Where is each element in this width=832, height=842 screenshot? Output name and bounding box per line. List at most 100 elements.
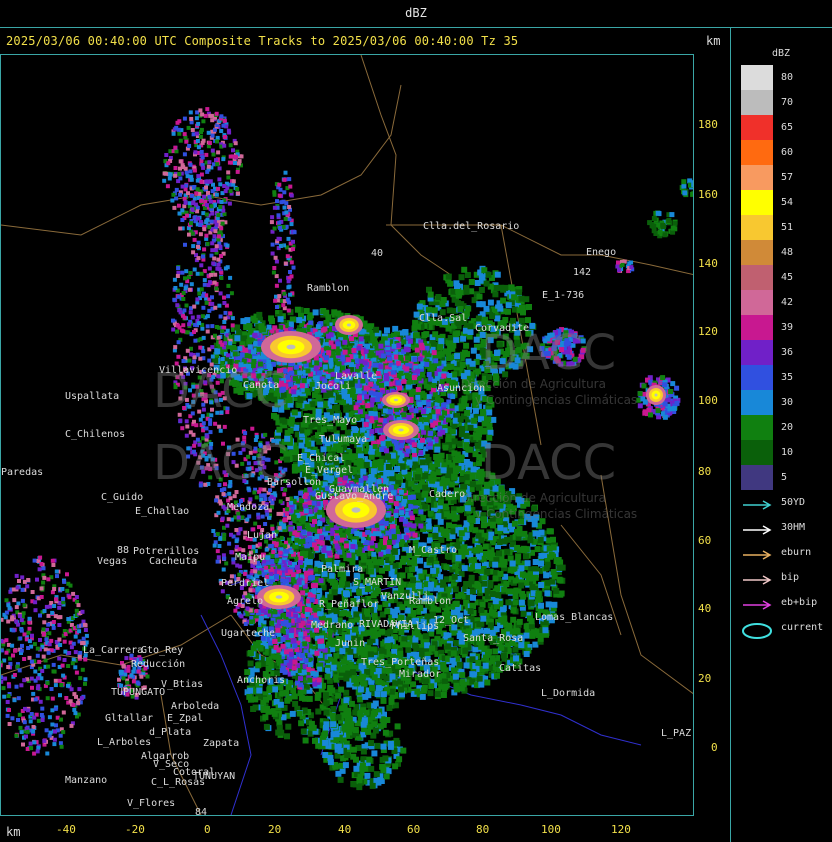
echo-cell bbox=[292, 446, 299, 453]
echo-cell bbox=[449, 428, 456, 435]
echo-cell bbox=[384, 327, 390, 334]
echo-cell bbox=[287, 427, 294, 434]
echo-cell bbox=[537, 635, 544, 642]
echo-cell bbox=[445, 643, 452, 650]
echo-cell bbox=[487, 299, 494, 306]
echo-cell bbox=[475, 315, 482, 322]
echo-cell bbox=[346, 397, 352, 404]
echo-cell bbox=[296, 317, 303, 324]
echo-cell bbox=[501, 586, 508, 593]
echo-cell bbox=[371, 612, 378, 619]
echo-cell bbox=[459, 425, 466, 432]
echo-cell bbox=[500, 652, 507, 659]
echo-cell bbox=[504, 548, 511, 555]
echo-cell bbox=[534, 546, 541, 553]
echo-cell bbox=[550, 544, 557, 551]
echo-cell bbox=[481, 581, 488, 587]
echo-cell bbox=[443, 632, 450, 639]
radar-map[interactable]: DACC DACC DACC DACC Dirección de Agricul… bbox=[0, 54, 694, 816]
echo-cell bbox=[559, 564, 566, 571]
echo-cell bbox=[368, 448, 375, 455]
echo-cell bbox=[498, 644, 505, 651]
echo-cell bbox=[234, 335, 241, 342]
echo-cell bbox=[312, 309, 319, 316]
echo-cell bbox=[496, 550, 502, 557]
echo-cell bbox=[437, 518, 444, 525]
echo-cell bbox=[391, 548, 398, 555]
echo-cell bbox=[446, 522, 452, 529]
echo-cell bbox=[470, 594, 476, 601]
echo-cell bbox=[529, 584, 536, 591]
echo-cell bbox=[503, 581, 510, 587]
echo-cell bbox=[370, 468, 377, 475]
echo-cell bbox=[421, 491, 428, 498]
echo-cell bbox=[368, 568, 375, 575]
echo-cell bbox=[308, 553, 314, 560]
window-title-bar: dBZ bbox=[0, 0, 832, 28]
echo-cell bbox=[467, 608, 474, 615]
echo-cell bbox=[494, 271, 501, 278]
echo-cell bbox=[449, 657, 456, 664]
echo-cell bbox=[510, 565, 517, 572]
echo-cell bbox=[480, 615, 487, 622]
echo-cell bbox=[422, 633, 429, 640]
echo-cell bbox=[413, 332, 420, 339]
echo-cell bbox=[475, 532, 482, 539]
echo-cell bbox=[442, 530, 449, 537]
echo-cell bbox=[480, 522, 487, 529]
echo-cell bbox=[414, 688, 421, 695]
echo-cell bbox=[404, 607, 411, 614]
echo-cell bbox=[473, 434, 480, 440]
echo-cell bbox=[458, 591, 465, 598]
echo-cell bbox=[405, 474, 412, 481]
echo-cell bbox=[422, 472, 429, 479]
echo-cell bbox=[294, 306, 301, 313]
panel-divider bbox=[730, 27, 731, 842]
echo-cell bbox=[487, 582, 494, 589]
echo-cell bbox=[443, 511, 450, 518]
echo-cell bbox=[466, 461, 473, 468]
echo-cell bbox=[547, 528, 554, 535]
echo-cell bbox=[297, 397, 304, 404]
echo-cell bbox=[427, 510, 434, 517]
echo-cell bbox=[509, 560, 516, 567]
echo-cell bbox=[504, 536, 511, 543]
echo-cell bbox=[484, 568, 491, 575]
echo-cell bbox=[459, 362, 466, 368]
echo-cell bbox=[550, 536, 556, 543]
echo-cell bbox=[360, 468, 367, 475]
echo-cell bbox=[451, 474, 458, 481]
echo-cell bbox=[445, 586, 452, 593]
echo-cell bbox=[442, 503, 449, 510]
echo-cell bbox=[508, 284, 515, 291]
echo-cell bbox=[457, 306, 464, 312]
echo-cell bbox=[318, 553, 325, 560]
echo-cell bbox=[323, 309, 330, 316]
echo-cell bbox=[528, 600, 535, 607]
echo-cell bbox=[335, 310, 342, 317]
echo-cell bbox=[501, 615, 508, 622]
echo-cell bbox=[438, 452, 445, 459]
echo-cell bbox=[384, 608, 391, 615]
echo-cell bbox=[458, 454, 465, 461]
echo-cell bbox=[524, 560, 531, 567]
echo-cell bbox=[457, 416, 464, 423]
echo-cell bbox=[429, 645, 436, 652]
echo-cell bbox=[458, 685, 465, 692]
echo-cell bbox=[510, 607, 517, 614]
echo-cell bbox=[531, 521, 538, 528]
echo-cell bbox=[467, 424, 474, 431]
echo-cell bbox=[473, 336, 480, 343]
echo-cell bbox=[429, 477, 436, 484]
echo-cell bbox=[378, 559, 385, 566]
echo-cell bbox=[518, 582, 525, 589]
echo-cell bbox=[385, 464, 392, 470]
echo-cell bbox=[383, 470, 390, 477]
echo-cell bbox=[277, 316, 284, 323]
echo-cell bbox=[492, 561, 499, 568]
echo-cell bbox=[516, 546, 523, 553]
echo-cell bbox=[379, 567, 385, 574]
echo-cell bbox=[521, 572, 528, 579]
echo-cell bbox=[482, 543, 489, 550]
echo-cell bbox=[394, 466, 401, 472]
